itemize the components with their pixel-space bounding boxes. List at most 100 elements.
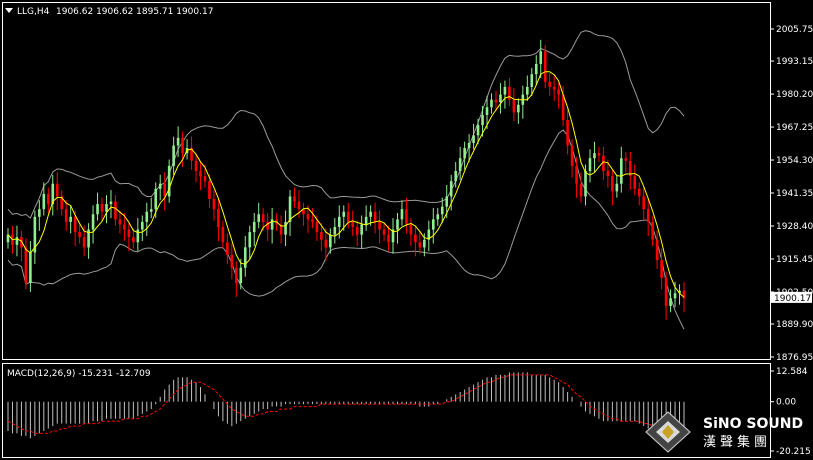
candle-body (114, 201, 117, 220)
candle-body (445, 196, 449, 207)
candle-body (145, 211, 149, 222)
candle-body (463, 148, 466, 159)
candle-body (73, 216, 77, 233)
candle-body (485, 107, 489, 115)
candle-body (414, 234, 417, 243)
candle-body (423, 239, 426, 248)
candle-body (91, 214, 95, 230)
candle-body (476, 125, 480, 136)
candle-body (570, 145, 574, 166)
macd-signal-line (7, 374, 680, 434)
candle-body (575, 165, 578, 184)
candle-body (431, 219, 435, 230)
price-tick-label: 1876.95 (776, 353, 813, 363)
price-tick-label: 1967.25 (776, 123, 813, 133)
candle-body (212, 198, 216, 210)
candle-body (333, 226, 337, 235)
price-panel-frame (2, 2, 771, 360)
candle-body (82, 237, 86, 248)
candle-body (270, 219, 274, 230)
price-axis: 2005.75 1993.15 1980.20 1967.25 1954.30 1941.… (770, 25, 813, 363)
candle-body (543, 51, 547, 82)
candle-body (127, 229, 131, 238)
candle-body (512, 99, 516, 113)
candle-body (355, 226, 359, 235)
candle-body (38, 209, 41, 217)
chevron-down-icon[interactable] (5, 8, 13, 13)
candle-body (646, 209, 650, 222)
candle-body (490, 99, 493, 108)
candle-body (615, 183, 619, 192)
price-tick-label: 2005.75 (776, 25, 813, 35)
chart-canvas: 2005.75 1993.15 1980.20 1967.25 1954.30 1941.… (2, 2, 813, 458)
candle-body (172, 145, 175, 166)
lower-band (7, 129, 685, 330)
candle-body (163, 183, 166, 197)
candle-body (226, 242, 229, 256)
macd-label: MACD(12,26,9) -15.231 -12.709 (7, 369, 151, 379)
candle-body (24, 247, 28, 284)
candle-body (651, 221, 654, 240)
candle-body (64, 209, 68, 222)
candle-body (418, 242, 422, 248)
candle-body (109, 201, 113, 205)
candle-body (400, 209, 404, 220)
candle-body (342, 211, 346, 217)
candle-body (557, 89, 560, 95)
candle-body (606, 170, 610, 177)
candle-body (633, 176, 637, 189)
candle-body (136, 229, 140, 243)
candle-body (46, 193, 50, 205)
candle-body (454, 170, 457, 182)
candle-body (351, 221, 355, 227)
macd-tick-label: 12.584 (776, 367, 808, 377)
candle-body (154, 188, 158, 210)
sino-sound-logo: SiNO SOUND 漢聲集團 (645, 411, 803, 453)
candle-body (508, 86, 511, 100)
candle-body (158, 183, 162, 189)
candle-body (405, 209, 408, 225)
candle-body (181, 137, 184, 154)
candle-body (55, 183, 59, 197)
candle-body (252, 221, 256, 233)
candle-body (494, 99, 498, 103)
brand-name-cn: 漢聲集團 (703, 434, 771, 450)
candle-body (369, 211, 372, 217)
candle-body (637, 188, 641, 197)
candle-body (239, 267, 243, 284)
candle-body (337, 216, 341, 227)
candle-body (467, 142, 471, 149)
candle-body (306, 214, 310, 220)
candle-body (261, 214, 265, 222)
candle-body (642, 196, 646, 210)
candle-body (42, 193, 46, 210)
candle-body (624, 158, 628, 161)
symbol-label: LLG,H4 (17, 7, 50, 17)
macd-axis: 12.584 0.00 -20.215 (770, 367, 811, 457)
candle-body (230, 255, 234, 268)
candle-body (320, 232, 323, 240)
last-price-tag: 1900.17 (771, 291, 812, 304)
candle-body (611, 176, 614, 192)
candle-body (499, 94, 502, 103)
candle-body (440, 206, 444, 215)
candle-body (552, 86, 556, 90)
candle-body (472, 135, 475, 143)
candle-body (673, 293, 677, 299)
candle-body (387, 234, 390, 243)
candle-body (584, 170, 587, 197)
price-tick-label: 1980.20 (776, 90, 813, 100)
candle-body (194, 160, 198, 171)
candle-body (360, 224, 363, 235)
candle-body (329, 234, 332, 248)
candle-body (588, 158, 592, 171)
price-tick-label: 1915.45 (776, 255, 813, 265)
candle-body (96, 204, 99, 215)
candle-body (664, 277, 668, 306)
upper-band (7, 30, 685, 219)
candles (6, 39, 686, 320)
candle-body (15, 237, 19, 245)
candle-body (69, 216, 72, 222)
candle-body (297, 201, 301, 210)
bollinger-bands (7, 30, 685, 330)
